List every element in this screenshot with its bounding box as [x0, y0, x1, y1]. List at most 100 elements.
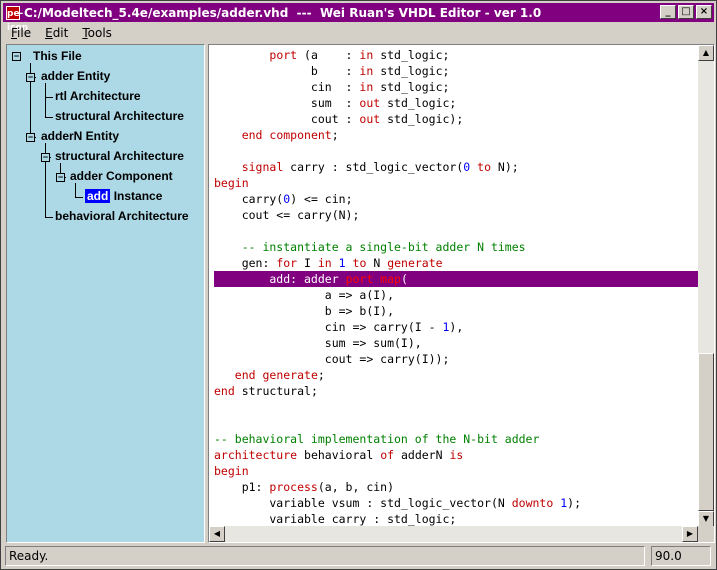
code-token: of	[380, 448, 395, 462]
scroll-left-icon: ◀	[213, 529, 221, 538]
app-icon[interactable]: pe-icon	[6, 5, 28, 33]
code-line[interactable]	[214, 223, 700, 239]
code-token: -- instantiate a single-bit adder N time…	[214, 240, 526, 254]
code-token: std_logic);	[380, 112, 464, 126]
code-token: out	[359, 112, 381, 126]
tree-node-adder-entity[interactable]: adder Entity	[41, 67, 110, 85]
highlighted-code-line[interactable]: add: adder port map(	[214, 271, 700, 287]
code-line[interactable]: begin	[214, 463, 700, 479]
code-token: signal	[241, 160, 284, 174]
code-token: gen:	[214, 256, 277, 270]
code-token: end component	[241, 128, 332, 142]
code-token: -- behavioral implementation of the N-bi…	[214, 432, 540, 446]
tree-node-behavioral-architecture[interactable]: behavioral Architecture	[55, 207, 189, 225]
code-line[interactable]: gen: for I in 1 to N generate	[214, 255, 700, 271]
vertical-scroll-thumb[interactable]	[698, 353, 714, 511]
code-area[interactable]: port (a : in std_logic; b : in std_logic…	[214, 47, 700, 529]
scroll-down-icon: ▼	[702, 514, 710, 523]
code-token: in	[359, 48, 374, 62]
code-line[interactable]	[214, 399, 700, 415]
code-line[interactable]: p1: process(a, b, cin)	[214, 479, 700, 495]
menu-tools[interactable]: Tools	[74, 26, 118, 40]
menu-edit[interactable]: Edit	[37, 26, 74, 40]
collapse-structural-architecture-icon[interactable]: −	[41, 153, 50, 162]
status-message: Ready.	[5, 546, 645, 566]
horizontal-scrollbar[interactable]: ◀ ▶	[209, 526, 698, 542]
collapse-adderN-entity-icon[interactable]: −	[26, 133, 35, 142]
code-token: (a :	[297, 48, 360, 62]
code-token: in	[317, 256, 332, 270]
tree-node-instance-label: Instance	[113, 189, 163, 203]
window-title: C:/Modeltech_5.4e/examples/adder.vhd ---…	[24, 5, 542, 20]
collapse-this-file-icon[interactable]: −	[12, 52, 21, 61]
title-bar[interactable]: pe-icon C:/Modeltech_5.4e/examples/adder…	[3, 3, 714, 33]
code-line[interactable]: carry(0) <= cin;	[214, 191, 700, 207]
code-token: a => a(I),	[214, 288, 395, 302]
code-token: 1	[338, 256, 346, 270]
code-line[interactable]: end generate;	[214, 367, 700, 383]
code-line[interactable]: -- instantiate a single-bit adder N time…	[214, 239, 700, 255]
code-line[interactable]: end component;	[214, 127, 700, 143]
collapse-adder-entity-icon[interactable]: −	[26, 73, 35, 82]
scroll-down-button[interactable]: ▼	[698, 511, 714, 527]
scroll-up-button[interactable]: ▲	[698, 45, 714, 61]
close-button[interactable]: ×	[696, 5, 712, 19]
code-line[interactable]	[214, 415, 700, 431]
maximize-button[interactable]: □	[678, 5, 694, 19]
scroll-right-button[interactable]: ▶	[682, 526, 698, 542]
code-line[interactable]: cin : in std_logic;	[214, 79, 700, 95]
code-line[interactable]: -- behavioral implementation of the N-bi…	[214, 431, 700, 447]
code-token: port map	[345, 272, 401, 286]
code-line[interactable]: a => a(I),	[214, 287, 700, 303]
code-token: std_logic;	[373, 64, 450, 78]
code-token: ) <= cin;	[290, 192, 353, 206]
code-token: adderN	[394, 448, 450, 462]
structure-tree[interactable]: − This File − adder Entity rtl Architect…	[6, 44, 205, 543]
code-line[interactable]: signal carry : std_logic_vector(0 to N);	[214, 159, 700, 175]
tree-node-adderN-entity[interactable]: adderN Entity	[41, 127, 119, 145]
code-token: begin	[214, 464, 249, 478]
code-line[interactable]: sum => sum(I),	[214, 335, 700, 351]
code-line[interactable]: port (a : in std_logic;	[214, 47, 700, 63]
code-line[interactable]: cin => carry(I - 1),	[214, 319, 700, 335]
tree-node-adder-component[interactable]: adder Component	[70, 167, 173, 185]
code-token: for	[276, 256, 298, 270]
code-line[interactable]: sum : out std_logic;	[214, 95, 700, 111]
code-token: in	[359, 80, 374, 94]
code-line[interactable]: end structural;	[214, 383, 700, 399]
code-line[interactable]: cout <= carry(N);	[214, 207, 700, 223]
menu-file[interactable]: File	[3, 26, 37, 40]
close-icon: ×	[699, 6, 709, 17]
code-token: ;	[317, 368, 325, 382]
code-token: generate	[387, 256, 443, 270]
code-token: cin :	[214, 80, 360, 94]
tree-node-add-instance[interactable]: add Instance	[85, 187, 162, 205]
code-line[interactable]: architecture behavioral of adderN is	[214, 447, 700, 463]
code-token: b :	[214, 64, 360, 78]
code-line[interactable]: b => b(I),	[214, 303, 700, 319]
tree-node-this-file[interactable]: This File	[33, 47, 82, 65]
code-line[interactable]: cout => carry(I));	[214, 351, 700, 367]
tree-node-rtl-architecture[interactable]: rtl Architecture	[55, 87, 141, 105]
code-editor[interactable]: port (a : in std_logic; b : in std_logic…	[208, 44, 715, 543]
code-line[interactable]: variable carry : std_logic;	[214, 511, 700, 527]
scroll-left-button[interactable]: ◀	[209, 526, 225, 542]
collapse-adder-component-icon[interactable]: −	[56, 173, 65, 182]
code-line[interactable]	[214, 143, 700, 159]
code-line[interactable]: cout : out std_logic);	[214, 111, 700, 127]
code-line[interactable]: variable vsum : std_logic_vector(N downt…	[214, 495, 700, 511]
status-bar: Ready. 90.0	[5, 546, 711, 566]
vertical-scrollbar[interactable]: ▲ ▼	[698, 45, 714, 527]
code-line[interactable]: begin	[214, 175, 700, 191]
minimize-button[interactable]: _	[660, 5, 676, 19]
code-token: ;	[331, 128, 339, 142]
tree-node-adderN-structural-architecture[interactable]: structural Architecture	[55, 147, 184, 165]
code-line[interactable]: b : in std_logic;	[214, 63, 700, 79]
code-token: to	[352, 256, 367, 270]
code-token: carry(	[214, 192, 284, 206]
code-token: end	[214, 384, 235, 398]
tree-node-adder-structural-architecture[interactable]: structural Architecture	[55, 107, 184, 125]
